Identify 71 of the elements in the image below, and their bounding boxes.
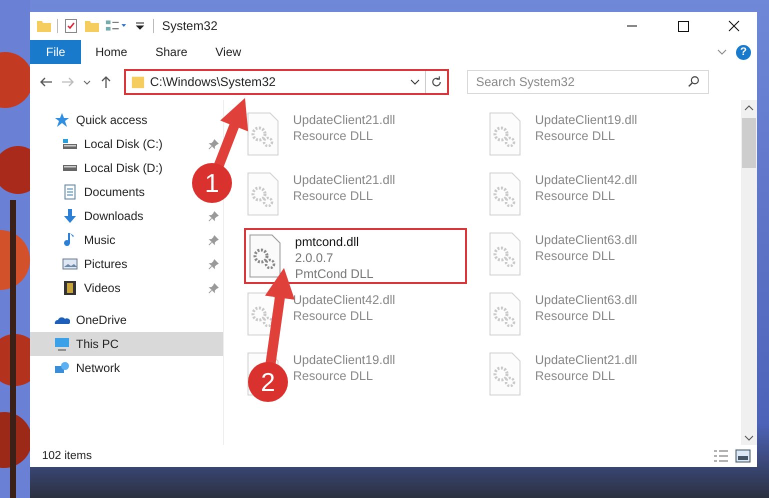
file-name: UpdateClient63.dll — [535, 232, 638, 248]
dll-file-icon — [489, 172, 521, 216]
large-icons-view-icon[interactable] — [735, 448, 751, 464]
file-detail: Resource DLL — [293, 308, 374, 324]
file-detail: 2.0.0.7 — [295, 250, 334, 266]
window-title: System32 — [162, 19, 218, 33]
file-name: UpdateClient21.dll — [535, 352, 638, 368]
file-name: UpdateClient42.dll — [535, 172, 638, 188]
drive-icon — [62, 136, 78, 152]
sidebar-item[interactable]: Quick access — [30, 108, 223, 132]
file-detail: PmtCond DLL — [295, 266, 374, 282]
file-detail: Resource DLL — [293, 128, 374, 144]
scrollbar[interactable] — [741, 100, 757, 445]
item-count: 102 items — [42, 450, 92, 462]
pin-icon[interactable] — [208, 138, 219, 150]
sidebar-item[interactable]: Documents — [30, 180, 151, 204]
sidebar-item[interactable]: Videos — [30, 276, 223, 300]
monitor-icon — [54, 336, 70, 352]
search-field[interactable]: Search System32 — [467, 70, 709, 94]
file-detail: Resource DLL — [535, 128, 616, 144]
dll-file-icon — [249, 234, 281, 278]
details-view-icon[interactable] — [713, 448, 729, 464]
ribbon-tab[interactable]: View — [201, 40, 256, 64]
document-icon — [62, 184, 78, 200]
pin-icon[interactable] — [208, 282, 219, 294]
file-name: UpdateClient19.dll — [535, 112, 638, 128]
pin-icon[interactable] — [208, 210, 219, 222]
file-detail: Resource DLL — [535, 188, 616, 204]
file-item[interactable]: pmtcond.dll 2.0.0.7 PmtCond DLL — [244, 228, 467, 284]
dll-file-icon — [247, 112, 279, 156]
file-name: pmtcond.dll — [295, 234, 360, 250]
file-detail: Resource DLL — [535, 308, 616, 324]
pictures-icon — [62, 256, 78, 272]
sidebar-item[interactable]: Local Disk (D:) — [30, 156, 169, 180]
address-path: C:\Windows\System32 — [150, 75, 277, 89]
file-name: UpdateClient19.dll — [293, 352, 396, 368]
properties-icon[interactable] — [63, 18, 79, 34]
star-icon — [54, 112, 70, 128]
ribbon-tab[interactable]: File — [30, 40, 82, 64]
file-name: UpdateClient21.dll — [293, 172, 396, 188]
file-detail: Resource DLL — [293, 368, 374, 384]
sidebar-item[interactable]: Downloads — [30, 204, 223, 228]
search-icon — [687, 75, 701, 89]
sidebar-item[interactable]: Local Disk (C:) — [30, 132, 223, 156]
file-name: UpdateClient21.dll — [293, 112, 396, 128]
drive-icon — [62, 165, 78, 171]
sidebar-item[interactable]: Network — [30, 356, 223, 380]
file-detail: Resource DLL — [535, 368, 616, 384]
pin-icon[interactable] — [208, 258, 219, 270]
ribbon-tab[interactable]: Share — [141, 40, 202, 64]
file-name: UpdateClient42.dll — [293, 292, 396, 308]
address-bar[interactable]: C:\Windows\System32 — [124, 69, 449, 95]
dll-file-icon — [489, 292, 521, 336]
dll-file-icon — [247, 172, 279, 216]
file-detail: Resource DLL — [293, 188, 374, 204]
dll-file-icon — [489, 112, 521, 156]
sidebar-item[interactable]: Pictures — [30, 252, 223, 276]
download-icon — [62, 208, 78, 224]
ribbon-tab[interactable]: Home — [81, 40, 142, 64]
pin-icon[interactable] — [208, 234, 219, 246]
sidebar-item[interactable]: OneDrive — [30, 308, 223, 332]
dll-file-icon — [489, 232, 521, 276]
file-name: UpdateClient63.dll — [535, 292, 638, 308]
film-icon — [62, 280, 78, 296]
network-icon — [54, 360, 70, 376]
folder-icon — [131, 75, 145, 89]
dll-file-icon — [489, 352, 521, 396]
file-detail: Resource DLL — [535, 248, 616, 264]
help-button[interactable]: ? — [736, 44, 751, 60]
sidebar-item[interactable]: This PC — [30, 332, 223, 356]
sidebar-item[interactable]: Music — [30, 228, 223, 252]
